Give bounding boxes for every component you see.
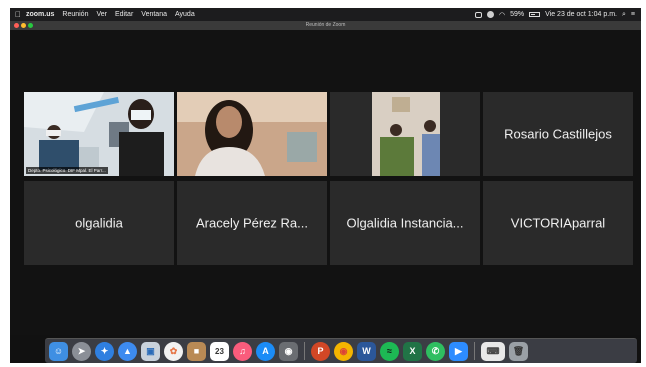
- spotify-icon[interactable]: ≈: [380, 341, 399, 361]
- word-icon[interactable]: W: [357, 341, 376, 361]
- menu-item-reunion[interactable]: Reunión: [62, 11, 88, 18]
- trash-icon[interactable]: 🗑: [509, 341, 528, 361]
- chrome-icon[interactable]: ◉: [334, 341, 353, 361]
- participant-name: VICTORIAparral: [510, 215, 606, 231]
- contacts-icon[interactable]: ■: [187, 341, 206, 361]
- whatsapp-icon[interactable]: ✆: [426, 341, 445, 361]
- participant-name: olgalidia: [75, 215, 123, 231]
- app-store-alt-icon[interactable]: ▲: [118, 341, 137, 361]
- zoom-status-icon[interactable]: [474, 11, 482, 18]
- menu-app-name[interactable]: zoom.us: [26, 11, 54, 18]
- music-icon[interactable]: ♫: [233, 341, 252, 361]
- launchpad-icon[interactable]: ➤: [72, 341, 91, 361]
- participant-name: Rosario Castillejos: [504, 126, 612, 142]
- participant-name-caption: Depto. Psicológico. DIF Mpal. El Parr...: [26, 167, 108, 174]
- zoom-icon[interactable]: ▶: [449, 341, 468, 361]
- dock-separator: [304, 342, 305, 360]
- dock-separator: [474, 342, 475, 360]
- menu-item-ayuda[interactable]: Ayuda: [175, 11, 195, 18]
- notification-center-icon[interactable]: ≡: [631, 11, 635, 18]
- finder-icon[interactable]: ☺: [49, 341, 68, 361]
- participant-name: Olgalidia Instancia...: [346, 215, 464, 231]
- participant-tile[interactable]: Rosario Castillejos: [483, 92, 633, 176]
- spotlight-search-icon[interactable]: ⌕: [622, 11, 626, 19]
- participant-tile[interactable]: Olgalidia Instancia...: [330, 181, 480, 265]
- excel-icon[interactable]: X: [403, 341, 422, 361]
- photos-icon[interactable]: ✿: [164, 341, 183, 361]
- battery-icon[interactable]: [529, 12, 541, 17]
- participant-video-feed: [177, 92, 327, 176]
- participant-video-feed: [330, 92, 480, 176]
- battery-percent: 59%: [510, 11, 525, 18]
- control-center-icon[interactable]: [486, 11, 494, 18]
- menu-item-ver[interactable]: Ver: [96, 11, 107, 18]
- window-title: Reunión de Zoom: [305, 22, 346, 28]
- participant-tile-video[interactable]: [330, 92, 480, 176]
- status-area: ◠ 59% Vie 23 de oct 1:04 p.m. ⌕ ≡: [474, 11, 641, 19]
- keyboard-icon[interactable]: ⌨: [481, 341, 505, 361]
- participant-tile[interactable]: olgalidia: [24, 181, 174, 265]
- menu-item-ventana[interactable]: Ventana: [141, 11, 167, 18]
- screen:  zoom.us Reunión Ver Editar Ventana Ayu…: [10, 8, 641, 363]
- screenshot-icon[interactable]: ◉: [279, 341, 298, 361]
- calendar-day: 23: [215, 346, 224, 356]
- menu-bar:  zoom.us Reunión Ver Editar Ventana Ayu…: [10, 8, 641, 21]
- apple-menu-icon[interactable]: : [10, 10, 26, 19]
- participant-tile[interactable]: VICTORIAparral: [483, 181, 633, 265]
- participant-tile-video[interactable]: Depto. Psicológico. DIF Mpal. El Parr...: [24, 92, 174, 176]
- participant-tile[interactable]: Aracely Pérez Ra...: [177, 181, 327, 265]
- dock: ☺ ➤ ✦ ▲ ▣ ✿ ■ 23 ♫ A ◉ P ◉ W ≈ X ✆ ▶ ⌨ 🗑: [45, 338, 637, 363]
- participant-tile-video[interactable]: [177, 92, 327, 176]
- powerpoint-icon[interactable]: P: [311, 341, 330, 361]
- app-store-icon[interactable]: A: [256, 341, 275, 361]
- preview-icon[interactable]: ▣: [141, 341, 160, 361]
- menu-clock[interactable]: Vie 23 de oct 1:04 p.m.: [545, 11, 617, 18]
- calendar-icon[interactable]: 23: [210, 341, 229, 361]
- menu-item-editar[interactable]: Editar: [115, 11, 133, 18]
- meeting-gallery: Depto. Psicológico. DIF Mpal. El Parr...: [10, 30, 641, 335]
- window-title-bar: Reunión de Zoom: [10, 21, 641, 30]
- participant-video-feed: [24, 92, 174, 176]
- wifi-icon[interactable]: ◠: [499, 11, 505, 19]
- participant-name: Aracely Pérez Ra...: [196, 215, 308, 231]
- safari-icon[interactable]: ✦: [95, 341, 114, 361]
